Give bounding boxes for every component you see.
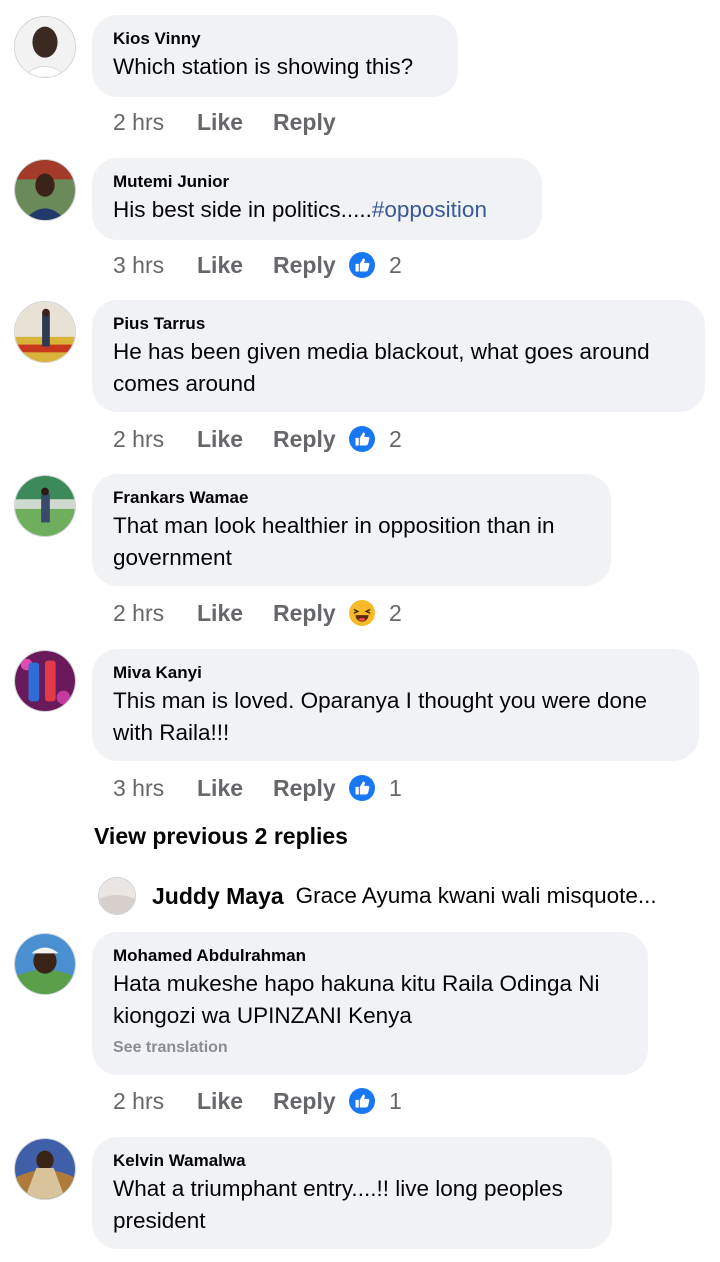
comment-actions: 2 hrs Like Reply 1 <box>113 1086 402 1116</box>
comment-text: What a triumphant entry....!! live long … <box>113 1173 592 1237</box>
comment-actions: 3 hrs Like Reply 1 <box>113 773 402 803</box>
comment-text-line: Hata mukeshe hapo hakuna kitu Raila Odin… <box>113 971 600 996</box>
reply-button[interactable]: Reply <box>273 109 349 136</box>
avatar[interactable] <box>14 933 76 995</box>
comment-bubble: Frankars Wamae That man look healthier i… <box>92 474 611 586</box>
reaction-count[interactable]: 2 <box>389 426 402 453</box>
reply-button[interactable]: Reply <box>273 252 349 279</box>
avatar[interactable] <box>14 650 76 712</box>
comment-author[interactable]: Mohamed Abdulrahman <box>113 946 628 966</box>
comment-time[interactable]: 2 hrs <box>113 1088 197 1115</box>
comment-author[interactable]: Mutemi Junior <box>113 172 522 192</box>
reply-button[interactable]: Reply <box>273 775 349 802</box>
comment-text-line: with Raila!!! <box>113 720 230 745</box>
comment-time[interactable]: 2 hrs <box>113 600 197 627</box>
reaction-count[interactable]: 2 <box>389 600 402 627</box>
comment-text: He has been given media blackout, what g… <box>113 336 685 400</box>
comment-text: Which station is showing this? <box>113 54 414 79</box>
avatar[interactable] <box>14 16 76 78</box>
comment-bubble: Mutemi Junior His best side in politics.… <box>92 158 542 240</box>
comment-author[interactable]: Miva Kanyi <box>113 663 679 683</box>
comment-time[interactable]: 3 hrs <box>113 252 197 279</box>
like-button[interactable]: Like <box>197 775 273 802</box>
comment-text: This man is loved. Oparanya I thought yo… <box>113 685 679 749</box>
hashtag-link[interactable]: #opposition <box>372 197 487 222</box>
avatar[interactable] <box>98 877 136 915</box>
like-button[interactable]: Like <box>197 426 273 453</box>
comment-bubble: Mohamed Abdulrahman Hata mukeshe hapo ha… <box>92 932 648 1075</box>
comment-text-line: This man is loved. Oparanya I thought yo… <box>113 688 648 713</box>
comment-bubble: Kelvin Wamalwa What a triumphant entry..… <box>92 1137 612 1249</box>
comment-author[interactable]: Frankars Wamae <box>113 488 591 508</box>
like-icon[interactable] <box>349 775 375 801</box>
comment-text-line: What a triumphant entry....!! live long … <box>113 1176 563 1201</box>
comment-author[interactable]: Kios Vinny <box>113 29 438 49</box>
reply-author[interactable]: Juddy Maya <box>152 883 284 910</box>
reaction-count[interactable]: 1 <box>389 775 402 802</box>
comment-time[interactable]: 3 hrs <box>113 775 197 802</box>
comment-time[interactable]: 2 hrs <box>113 426 197 453</box>
reply-button[interactable]: Reply <box>273 1088 349 1115</box>
avatar[interactable] <box>14 159 76 221</box>
comment-bubble: Pius Tarrus He has been given media blac… <box>92 300 705 412</box>
reply-text: Grace Ayuma kwani wali misquote... <box>295 883 657 908</box>
comment-bubble: Miva Kanyi This man is loved. Oparanya I… <box>92 649 699 761</box>
reaction-count[interactable]: 1 <box>389 1088 402 1115</box>
comment-author[interactable]: Kelvin Wamalwa <box>113 1151 592 1171</box>
comment-actions: 3 hrs Like Reply 2 <box>113 250 402 280</box>
like-button[interactable]: Like <box>197 109 273 136</box>
comment-text-line: kiongozi wa UPINZANI Kenya <box>113 1003 412 1028</box>
see-translation-link[interactable]: See translation <box>113 1038 628 1058</box>
comment-time[interactable]: 2 hrs <box>113 109 197 136</box>
comment-text: Hata mukeshe hapo hakuna kitu Raila Odin… <box>113 968 628 1032</box>
like-button[interactable]: Like <box>197 600 273 627</box>
like-button[interactable]: Like <box>197 252 273 279</box>
like-icon[interactable] <box>349 1088 375 1114</box>
avatar[interactable] <box>14 301 76 363</box>
like-button[interactable]: Like <box>197 1088 273 1115</box>
view-previous-replies-link[interactable]: View previous 2 replies <box>94 823 348 850</box>
haha-icon[interactable] <box>349 600 375 626</box>
reply-button[interactable]: Reply <box>273 426 349 453</box>
collapsed-reply[interactable]: Juddy Maya Grace Ayuma kwani wali misquo… <box>98 876 657 916</box>
comment-bubble: Kios Vinny Which station is showing this… <box>92 15 458 97</box>
comment-actions: 2 hrs Like Reply <box>113 107 349 137</box>
comment-text-line: president <box>113 1208 206 1233</box>
like-icon[interactable] <box>349 252 375 278</box>
comment-text-line: comes around <box>113 371 256 396</box>
comment-text-line: government <box>113 545 232 570</box>
comment-author[interactable]: Pius Tarrus <box>113 314 685 334</box>
avatar[interactable] <box>14 475 76 537</box>
like-icon[interactable] <box>349 426 375 452</box>
comment-text-line: He has been given media blackout, what g… <box>113 339 650 364</box>
reply-button[interactable]: Reply <box>273 600 349 627</box>
avatar[interactable] <box>14 1138 76 1200</box>
comment-text-line: That man look healthier in opposition th… <box>113 513 555 538</box>
comment-text-body: His best side in politics..... <box>113 197 372 222</box>
comment-actions: 2 hrs Like Reply 2 <box>113 598 402 628</box>
comment-text: That man look healthier in opposition th… <box>113 510 591 574</box>
reaction-count[interactable]: 2 <box>389 252 402 279</box>
comment-text: His best side in politics.....#oppositio… <box>113 194 522 226</box>
comment-actions: 2 hrs Like Reply 2 <box>113 424 402 454</box>
